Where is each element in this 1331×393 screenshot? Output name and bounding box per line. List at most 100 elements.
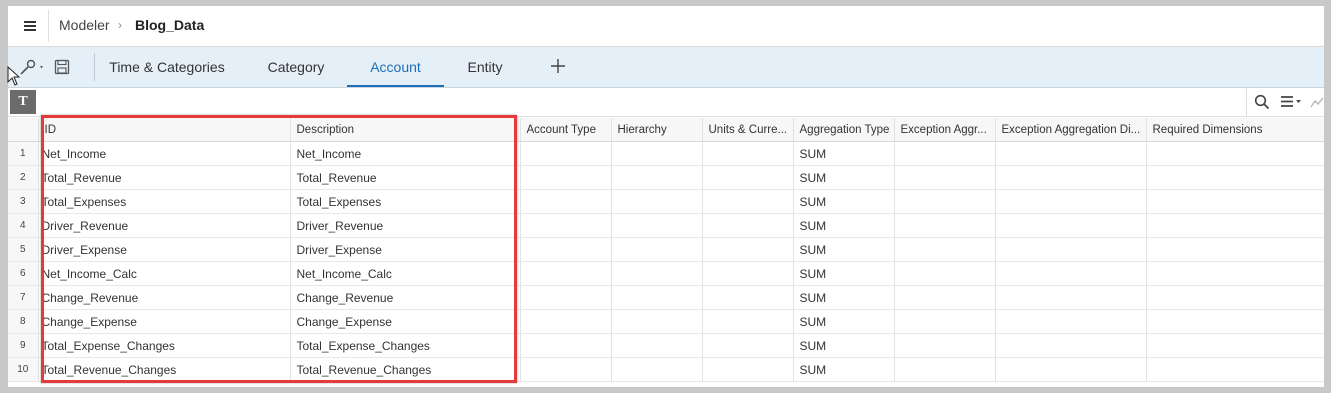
cell-account-type[interactable] bbox=[520, 165, 612, 190]
cell-required-dimensions[interactable] bbox=[1146, 333, 1324, 358]
cell-exception-aggregation[interactable] bbox=[894, 189, 996, 214]
cell-hierarchy[interactable] bbox=[611, 189, 703, 214]
cell-hierarchy[interactable] bbox=[611, 333, 703, 358]
cell-units-currencies[interactable] bbox=[702, 237, 794, 262]
table-row[interactable]: 9 Total_Expense_Changes Total_Expense_Chan… bbox=[8, 333, 1324, 358]
cell-hierarchy[interactable] bbox=[611, 213, 703, 238]
cell-id[interactable]: Total_Expense_Changes bbox=[38, 333, 291, 358]
grid-corner[interactable] bbox=[8, 118, 39, 142]
cell-exception-aggregation-dimensions[interactable] bbox=[995, 237, 1147, 262]
cell-description[interactable]: Net_Income bbox=[290, 141, 521, 166]
column-header-hierarchy[interactable]: Hierarchy bbox=[611, 118, 703, 142]
cell-id[interactable]: Change_Expense bbox=[38, 309, 291, 334]
cell-required-dimensions[interactable] bbox=[1146, 357, 1324, 382]
cell-account-type[interactable] bbox=[520, 189, 612, 214]
cell-exception-aggregation-dimensions[interactable] bbox=[995, 189, 1147, 214]
cell-description[interactable]: Net_Income_Calc bbox=[290, 261, 521, 286]
cell-required-dimensions[interactable] bbox=[1146, 189, 1324, 214]
row-number[interactable]: 7 bbox=[8, 285, 39, 310]
table-row[interactable]: 5 Driver_Expense Driver_Expense SUM bbox=[8, 237, 1324, 262]
cell-id[interactable]: Net_Income_Calc bbox=[38, 261, 291, 286]
cell-exception-aggregation-dimensions[interactable] bbox=[995, 309, 1147, 334]
cell-units-currencies[interactable] bbox=[702, 189, 794, 214]
cell-required-dimensions[interactable] bbox=[1146, 261, 1324, 286]
cell-units-currencies[interactable] bbox=[702, 309, 794, 334]
cell-exception-aggregation-dimensions[interactable] bbox=[995, 261, 1147, 286]
cell-required-dimensions[interactable] bbox=[1146, 285, 1324, 310]
table-row[interactable]: 3 Total_Expenses Total_Expenses SUM bbox=[8, 189, 1324, 214]
search-icon[interactable] bbox=[1254, 94, 1270, 110]
table-row[interactable]: 6 Net_Income_Calc Net_Income_Calc SUM bbox=[8, 261, 1324, 286]
cell-units-currencies[interactable] bbox=[702, 357, 794, 382]
cell-exception-aggregation[interactable] bbox=[894, 237, 996, 262]
cell-account-type[interactable] bbox=[520, 261, 612, 286]
cell-hierarchy[interactable] bbox=[611, 285, 703, 310]
column-header-description[interactable]: Description bbox=[290, 118, 521, 142]
cell-description[interactable]: Driver_Revenue bbox=[290, 213, 521, 238]
cell-id[interactable]: Total_Revenue_Changes bbox=[38, 357, 291, 382]
cell-exception-aggregation[interactable] bbox=[894, 285, 996, 310]
row-number[interactable]: 5 bbox=[8, 237, 39, 262]
cell-required-dimensions[interactable] bbox=[1146, 213, 1324, 238]
cell-units-currencies[interactable] bbox=[702, 333, 794, 358]
cell-account-type[interactable] bbox=[520, 333, 612, 358]
column-header-exception-aggregation-dimensions[interactable]: Exception Aggregation Di... bbox=[995, 118, 1147, 142]
cell-hierarchy[interactable] bbox=[611, 309, 703, 334]
cell-aggregation-type[interactable]: SUM bbox=[793, 237, 895, 262]
cell-description[interactable]: Change_Revenue bbox=[290, 285, 521, 310]
cell-hierarchy[interactable] bbox=[611, 357, 703, 382]
column-header-exception-aggregation[interactable]: Exception Aggr... bbox=[894, 118, 996, 142]
cell-exception-aggregation[interactable] bbox=[894, 357, 996, 382]
cell-exception-aggregation-dimensions[interactable] bbox=[995, 141, 1147, 166]
tab-entity[interactable]: Entity bbox=[458, 47, 512, 87]
cell-exception-aggregation[interactable] bbox=[894, 165, 996, 190]
column-header-required-dimensions[interactable]: Required Dimensions bbox=[1146, 118, 1324, 142]
cell-exception-aggregation[interactable] bbox=[894, 141, 996, 166]
wrench-icon[interactable] bbox=[18, 59, 46, 77]
chart-icon[interactable] bbox=[1310, 96, 1324, 108]
cell-account-type[interactable] bbox=[520, 309, 612, 334]
cell-exception-aggregation-dimensions[interactable] bbox=[995, 333, 1147, 358]
cell-required-dimensions[interactable] bbox=[1146, 309, 1324, 334]
table-row[interactable]: 1 Net_Income Net_Income SUM bbox=[8, 141, 1324, 166]
cell-aggregation-type[interactable]: SUM bbox=[793, 261, 895, 286]
cell-id[interactable]: Driver_Expense bbox=[38, 237, 291, 262]
row-number[interactable]: 4 bbox=[8, 213, 39, 238]
cell-aggregation-type[interactable]: SUM bbox=[793, 285, 895, 310]
row-number[interactable]: 2 bbox=[8, 165, 39, 190]
menu-icon[interactable] bbox=[16, 12, 44, 40]
cell-units-currencies[interactable] bbox=[702, 165, 794, 190]
cell-exception-aggregation-dimensions[interactable] bbox=[995, 285, 1147, 310]
cell-id[interactable]: Total_Revenue bbox=[38, 165, 291, 190]
column-header-units-currencies[interactable]: Units & Curre... bbox=[702, 118, 794, 142]
cell-description[interactable]: Total_Revenue bbox=[290, 165, 521, 190]
row-number[interactable]: 10 bbox=[8, 357, 39, 382]
cell-required-dimensions[interactable] bbox=[1146, 165, 1324, 190]
cell-exception-aggregation[interactable] bbox=[894, 309, 996, 334]
cell-hierarchy[interactable] bbox=[611, 141, 703, 166]
tab-time-categories[interactable]: Time & Categories bbox=[105, 47, 229, 87]
cell-account-type[interactable] bbox=[520, 357, 612, 382]
table-row[interactable]: 8 Change_Expense Change_Expense SUM bbox=[8, 309, 1324, 334]
save-icon[interactable] bbox=[54, 59, 70, 75]
text-format-button[interactable]: T bbox=[10, 90, 36, 114]
cell-account-type[interactable] bbox=[520, 285, 612, 310]
list-options-icon[interactable] bbox=[1280, 95, 1304, 109]
row-number[interactable]: 8 bbox=[8, 309, 39, 334]
table-row[interactable]: 7 Change_Revenue Change_Revenue SUM bbox=[8, 285, 1324, 310]
cell-aggregation-type[interactable]: SUM bbox=[793, 165, 895, 190]
cell-exception-aggregation-dimensions[interactable] bbox=[995, 165, 1147, 190]
column-header-account-type[interactable]: Account Type bbox=[520, 118, 612, 142]
breadcrumb-modeler[interactable]: Modeler bbox=[59, 17, 110, 33]
row-number[interactable]: 1 bbox=[8, 141, 39, 166]
cell-aggregation-type[interactable]: SUM bbox=[793, 189, 895, 214]
row-number[interactable]: 6 bbox=[8, 261, 39, 286]
cell-description[interactable]: Total_Revenue_Changes bbox=[290, 357, 521, 382]
cell-account-type[interactable] bbox=[520, 237, 612, 262]
cell-exception-aggregation-dimensions[interactable] bbox=[995, 213, 1147, 238]
table-row[interactable]: 4 Driver_Revenue Driver_Revenue SUM bbox=[8, 213, 1324, 238]
cell-id[interactable]: Change_Revenue bbox=[38, 285, 291, 310]
cell-hierarchy[interactable] bbox=[611, 237, 703, 262]
tab-account[interactable]: Account bbox=[347, 47, 444, 87]
cell-exception-aggregation[interactable] bbox=[894, 213, 996, 238]
